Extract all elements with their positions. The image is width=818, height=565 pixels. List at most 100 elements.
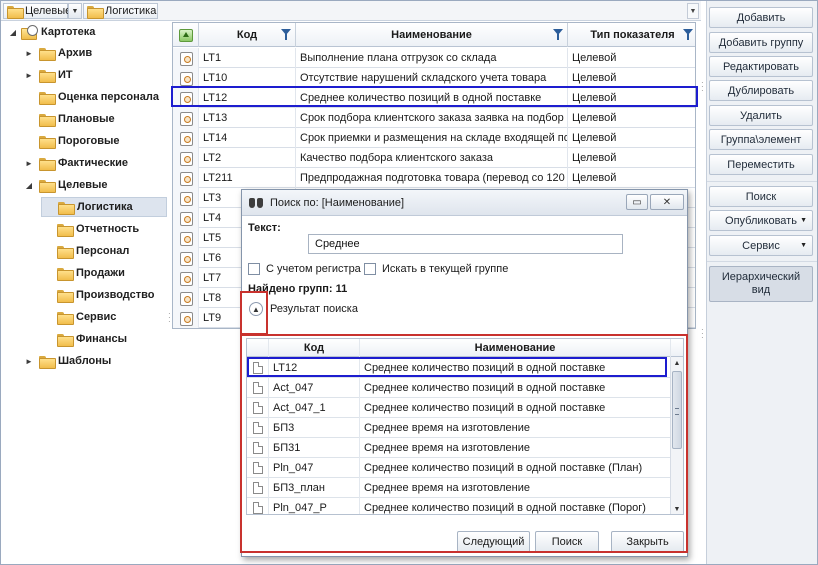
tree-item-planned[interactable]: Плановые [23,109,115,129]
publish-button[interactable]: Опубликовать ▼ [709,210,813,231]
panel-splitter-grip[interactable]: · · · [701,326,704,342]
filter-icon[interactable] [683,29,693,40]
breadcrumb-dropdown-icon[interactable]: ▼ [687,3,699,19]
cell-code: LT10 [199,68,296,88]
add-button[interactable]: Добавить [709,7,813,28]
column-header-type[interactable]: Тип показателя [568,23,695,47]
table-row[interactable]: LT14 Срок приемки и размещения на складе … [173,128,695,148]
result-row[interactable]: Act_047_1 Среднее количество позиций в од… [247,398,671,418]
tree-item-production[interactable]: Производство [41,285,154,305]
tree-item-actual[interactable]: ► Фактические [23,153,128,173]
close-button[interactable]: Закрыть [611,531,684,553]
tree-item-reporting[interactable]: Отчетность [41,219,139,239]
tree-item-sales[interactable]: Продажи [41,263,125,283]
duplicate-button[interactable]: Дублировать [709,80,813,101]
cell-name: Выполнение плана отгрузок со склада [296,48,568,68]
edit-button[interactable]: Редактировать [709,56,813,77]
result-cell-code: Pln_047 [269,458,360,478]
tree-item-it[interactable]: ► ИТ [23,65,73,85]
result-row[interactable]: LT12 Среднее количество позиций в одной п… [247,358,671,378]
restore-icon[interactable]: ▭ [626,194,648,210]
table-row[interactable]: LT1 Выполнение плана отгрузок со склада Це… [173,48,695,68]
result-row[interactable]: Pln_047 Среднее количество позиций в одно… [247,458,671,478]
hierarchy-view-toggle[interactable]: Иерархический вид [709,266,813,302]
expand-arrow-icon[interactable]: ► [23,49,35,58]
breadcrumb-item-logistics[interactable]: Логистика [83,3,158,19]
delete-button[interactable]: Удалить [709,105,813,126]
column-header-code[interactable]: Код [199,23,296,47]
add-group-button[interactable]: Добавить группу [709,32,813,53]
indicator-icon [179,191,193,206]
results-scrollbar[interactable]: ▲ ▼ [670,357,683,514]
tree-item-staff-eval[interactable]: Оценка персонала [23,87,159,107]
panel-splitter-grip[interactable]: · · · [701,79,704,95]
tree-item-finance[interactable]: Финансы [41,329,127,349]
filter-icon[interactable] [553,29,563,40]
folder-icon [57,245,74,259]
catalog-icon [21,25,38,40]
match-case-label: С учетом регистра [266,263,361,275]
tree-item-threshold[interactable]: Пороговые [23,131,120,151]
current-group-checkbox[interactable] [364,263,376,275]
chevron-down-icon[interactable]: ▼ [68,3,82,19]
tree-item-templates[interactable]: ► Шаблоны [23,351,111,371]
scroll-down-icon[interactable]: ▼ [671,503,683,514]
breadcrumb: Целевые ▼ Логистика ▼ [1,1,701,21]
cell-code: LT14 [199,128,296,148]
cell-type: Целевой [572,72,617,84]
breadcrumb-item-targets[interactable]: Целевые [3,3,71,19]
cell-code: LT12 [199,88,296,108]
tree-item-logistics[interactable]: Логистика [41,197,167,217]
tree-item-service[interactable]: Сервис [41,307,116,327]
move-button[interactable]: Переместить [709,154,813,175]
table-row[interactable]: LT12 Среднее количество позиций в одной п… [173,88,695,108]
tree-item-archive[interactable]: ► Архив [23,43,92,63]
tree-item-personnel[interactable]: Персонал [41,241,129,261]
table-row[interactable]: LT211 Предпродажная подготовка товара (пе… [173,168,695,188]
match-case-checkbox[interactable] [248,263,260,275]
service-button[interactable]: Сервис ▼ [709,235,813,256]
cell-type: Целевой [572,92,617,104]
scroll-thumb[interactable] [672,371,682,449]
cell-type: Целевой [572,132,617,144]
result-row[interactable]: БП31 Среднее время на изготовление [247,438,671,458]
result-row[interactable]: БП3_план Среднее время на изготовление [247,478,671,498]
collapse-arrow-icon[interactable]: ◢ [23,181,35,190]
row-icon-cell [173,308,199,328]
row-icon-cell [173,228,199,248]
next-button[interactable]: Следующий [457,531,530,553]
document-icon [252,402,263,414]
expand-arrow-icon[interactable]: ► [23,159,35,168]
result-cell-name: Среднее количество позиций в одной поста… [360,458,671,478]
add-row-button[interactable] [173,23,199,47]
column-header-name[interactable]: Наименование [296,23,568,47]
dialog-titlebar[interactable]: Поиск по: [Наименование] ▭ ✕ [242,190,687,216]
scroll-up-icon[interactable]: ▲ [671,357,683,369]
chevron-up-icon[interactable]: ▲ [249,302,263,316]
results-column-code[interactable]: Код [269,339,360,357]
result-row[interactable]: Act_047 Среднее количество позиций в одно… [247,378,671,398]
results-column-name[interactable]: Наименование [360,339,671,357]
find-button[interactable]: Поиск [535,531,599,553]
close-icon[interactable]: ✕ [650,194,684,210]
tree-root[interactable]: ◢ Картотека [7,22,95,42]
catalog-tree: ◢ Картотека ► Архив ► ИТ Оценка персонал… [1,22,167,564]
result-row[interactable]: БП3 Среднее время на изготовление [247,418,671,438]
search-button[interactable]: Поиск [709,186,813,207]
result-row[interactable]: Pln_047_P Среднее количество позиций в од… [247,498,671,514]
table-row[interactable]: LT10 Отсутствие нарушений складского учет… [173,68,695,88]
collapse-arrow-icon[interactable]: ◢ [7,28,19,37]
indicator-icon [179,311,193,326]
expand-arrow-icon[interactable]: ► [23,71,35,80]
group-element-button[interactable]: Группа\элемент [709,129,813,150]
table-row[interactable]: LT2 Качество подбора клиентского заказа Це… [173,148,695,168]
folder-icon [58,201,75,215]
search-text-input[interactable]: Среднее [308,234,623,254]
filter-icon[interactable] [281,29,291,40]
result-cell-code: БП3 [269,418,360,438]
expand-arrow-icon[interactable]: ► [23,357,35,366]
table-row[interactable]: LT13 Срок подбора клиентского заказа заяв… [173,108,695,128]
indicator-icon [179,211,193,226]
folder-icon [39,113,56,127]
tree-item-targets[interactable]: ◢ Целевые [23,175,108,195]
